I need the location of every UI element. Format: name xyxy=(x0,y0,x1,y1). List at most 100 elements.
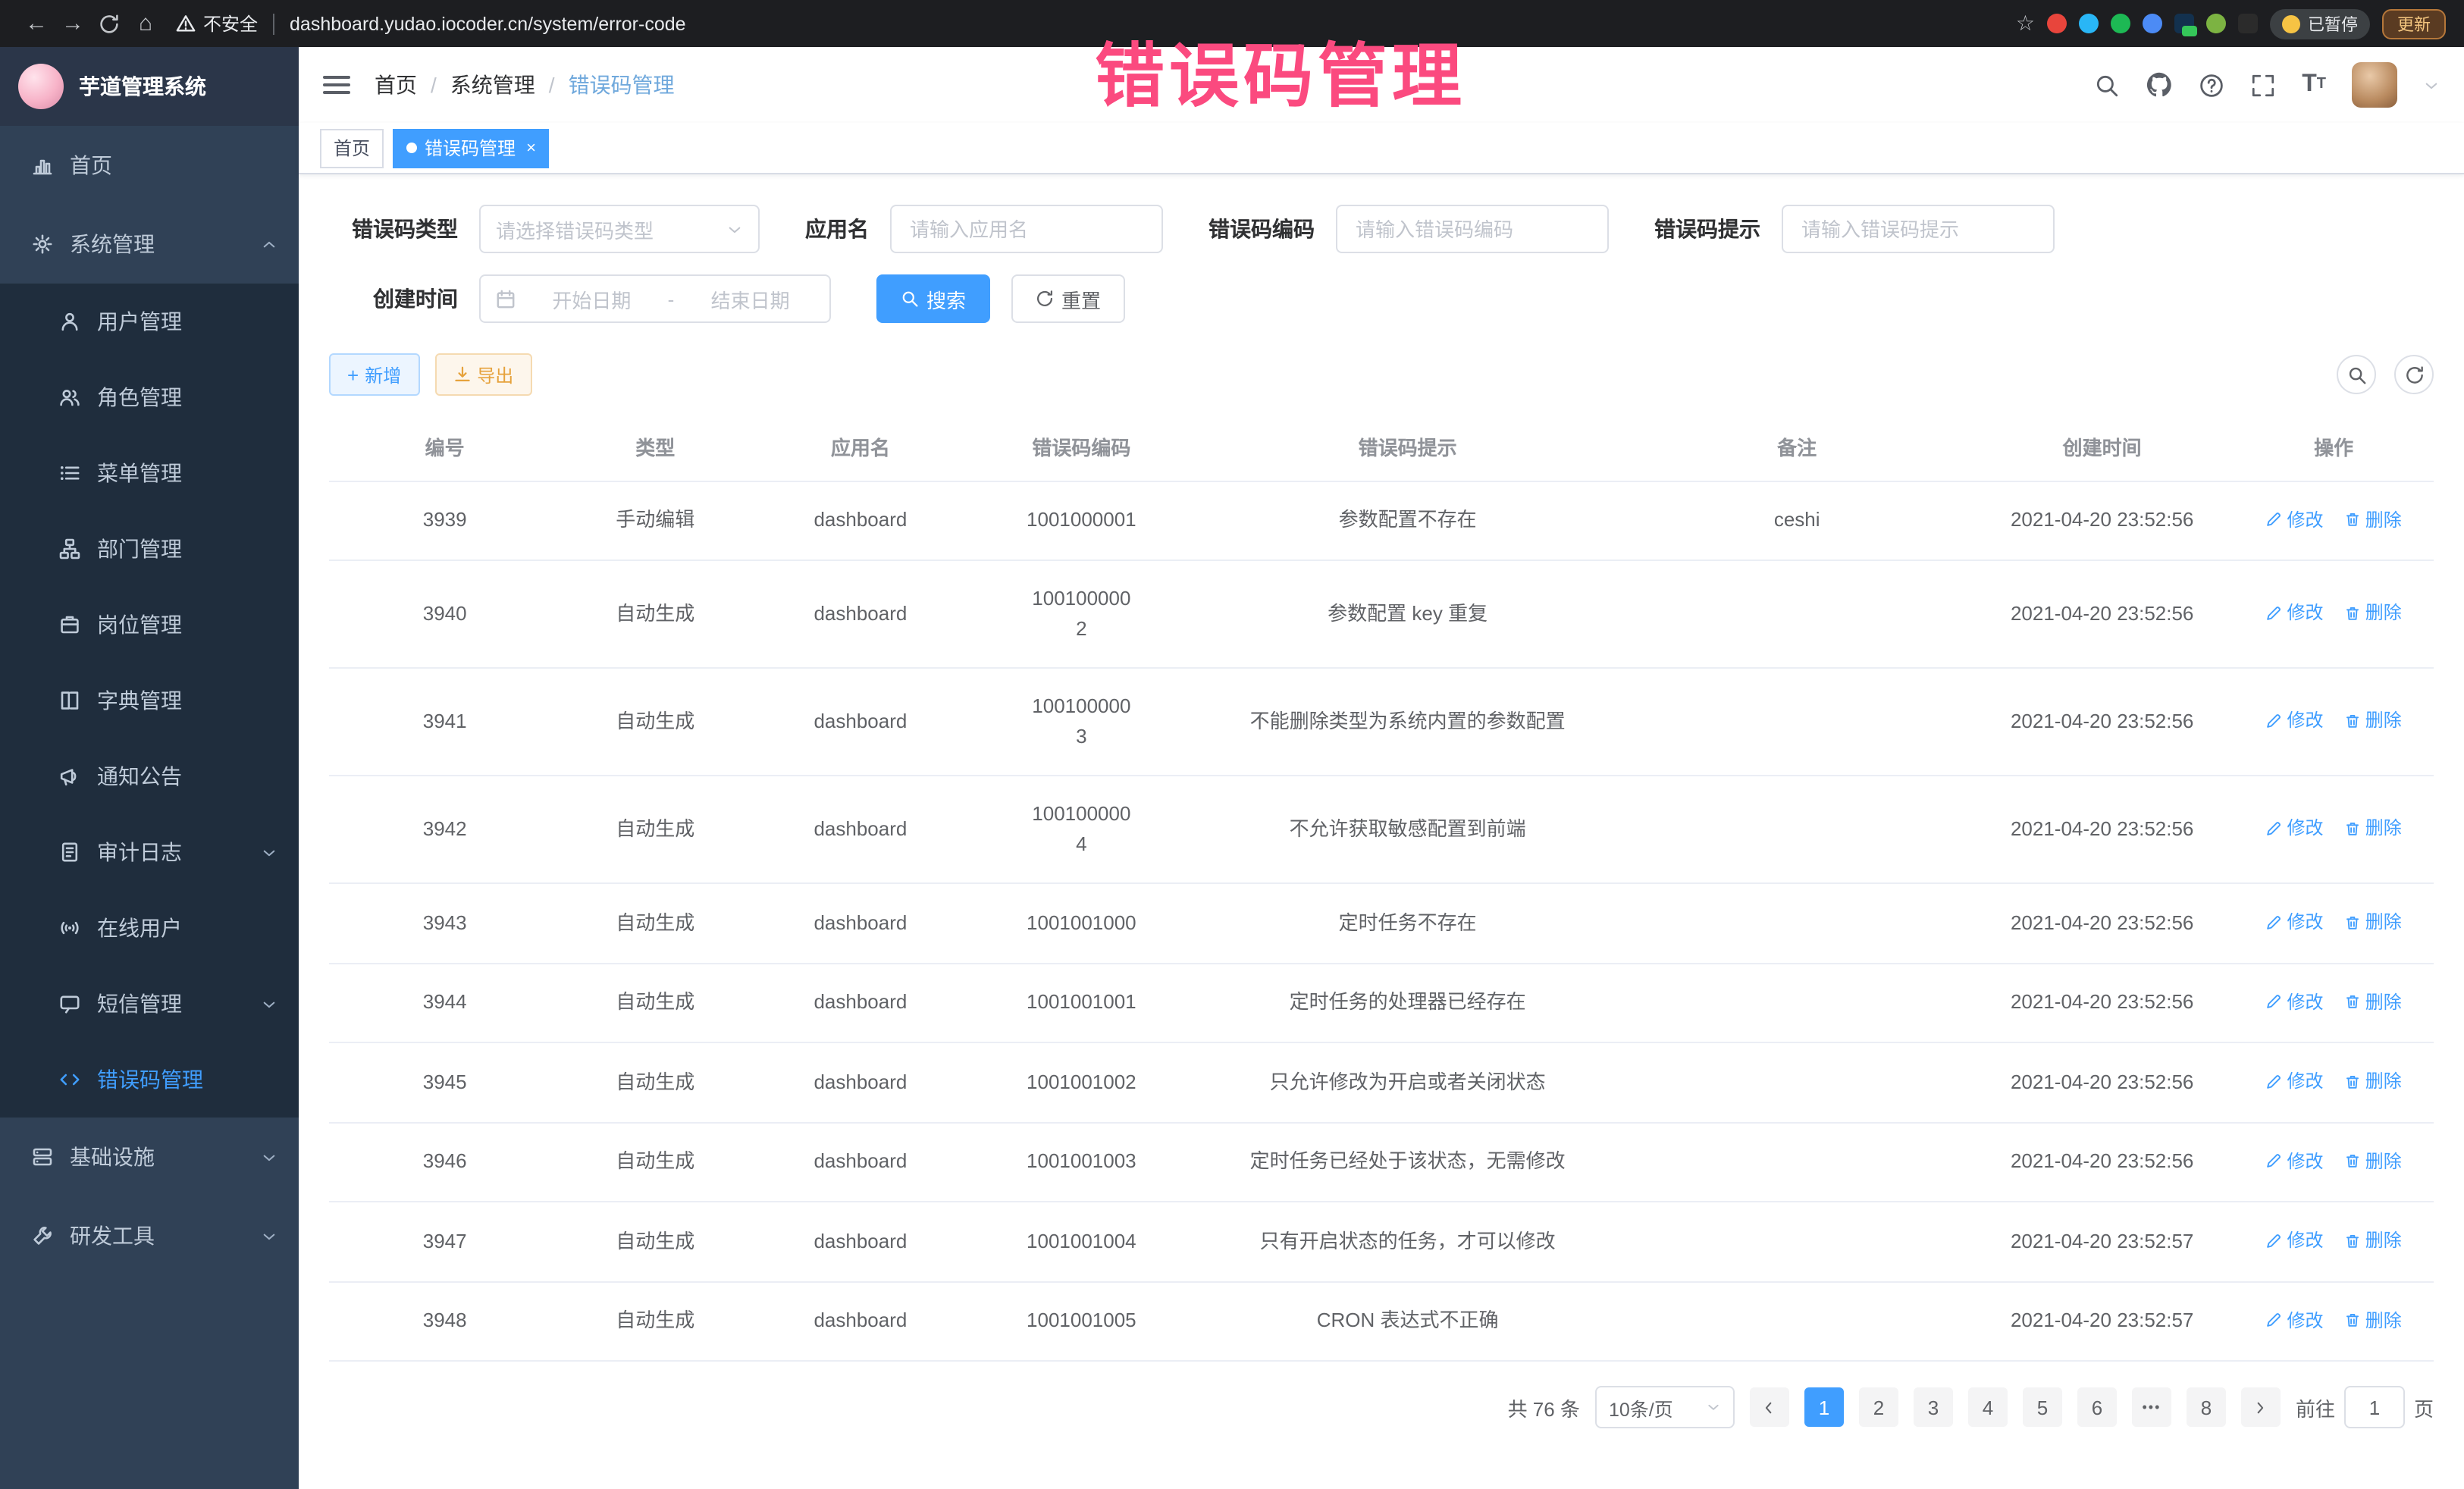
delete-link[interactable]: 删除 xyxy=(2344,1305,2402,1335)
fullscreen-icon[interactable] xyxy=(2250,72,2276,98)
extension-icon[interactable] xyxy=(2111,14,2130,33)
page-size-select[interactable]: 10条/页 xyxy=(1595,1386,1735,1428)
extension-icon[interactable] xyxy=(2047,14,2067,33)
forward-icon[interactable]: → xyxy=(55,11,91,36)
extension-icon[interactable] xyxy=(2079,14,2099,33)
bookmark-star-icon[interactable]: ☆ xyxy=(2016,11,2035,36)
delete-link[interactable]: 删除 xyxy=(2344,813,2402,844)
cell-actions: 修改 删除 xyxy=(2234,1042,2434,1122)
delete-link[interactable]: 删除 xyxy=(2344,504,2402,534)
extension-icon[interactable] xyxy=(2143,14,2162,33)
close-icon[interactable]: × xyxy=(526,139,536,157)
hamburger-icon[interactable] xyxy=(323,76,350,94)
app-name-input[interactable] xyxy=(890,205,1163,253)
sidebar-item-role-management[interactable]: 角色管理 xyxy=(0,359,299,435)
breadcrumb-home[interactable]: 首页 xyxy=(375,70,417,100)
update-button[interactable]: 更新 xyxy=(2382,8,2446,39)
edit-link[interactable]: 修改 xyxy=(2265,1066,2323,1096)
export-button[interactable]: 导出 xyxy=(434,353,531,396)
date-range-picker[interactable]: 开始日期 - 结束日期 xyxy=(479,274,831,323)
goto-page-input[interactable] xyxy=(2344,1386,2405,1428)
edit-link[interactable]: 修改 xyxy=(2265,504,2323,534)
edit-link[interactable]: 修改 xyxy=(2265,598,2323,629)
prev-page-button[interactable] xyxy=(1750,1387,1789,1427)
sidebar-item-infrastructure[interactable]: 基础设施 xyxy=(0,1118,299,1196)
extension-icon[interactable] xyxy=(2238,14,2258,33)
edit-link[interactable]: 修改 xyxy=(2265,986,2323,1017)
page-button-2[interactable]: 2 xyxy=(1859,1387,1898,1427)
cell-id: 3940 xyxy=(329,560,560,668)
sidebar-item-system-management[interactable]: 系统管理 xyxy=(0,205,299,284)
edit-link[interactable]: 修改 xyxy=(2265,706,2323,736)
edit-link[interactable]: 修改 xyxy=(2265,813,2323,844)
delete-link[interactable]: 删除 xyxy=(2344,706,2402,736)
edit-link[interactable]: 修改 xyxy=(2265,1225,2323,1255)
cell-app: dashboard xyxy=(750,668,970,776)
sidebar-item-dev-tools[interactable]: 研发工具 xyxy=(0,1196,299,1275)
breadcrumb-separator: / xyxy=(431,73,437,97)
error-type-select[interactable]: 请选择错误码类型 xyxy=(479,205,760,253)
page-button-8[interactable]: 8 xyxy=(2187,1387,2226,1427)
trash-icon xyxy=(2344,1152,2361,1169)
home-icon[interactable]: ⌂ xyxy=(127,11,164,36)
paused-badge[interactable]: 已暂停 xyxy=(2270,8,2370,39)
sidebar-logo[interactable]: 芋道管理系统 xyxy=(0,47,299,126)
delete-link[interactable]: 删除 xyxy=(2344,1225,2402,1255)
tab-home[interactable]: 首页 xyxy=(320,128,384,168)
add-button[interactable]: + 新增 xyxy=(329,353,419,396)
page-button-6[interactable]: 6 xyxy=(2077,1387,2117,1427)
delete-link[interactable]: 删除 xyxy=(2344,986,2402,1017)
refresh-table-button[interactable] xyxy=(2394,355,2434,394)
extension-icon[interactable] xyxy=(2206,14,2226,33)
sidebar-item-home[interactable]: 首页 xyxy=(0,126,299,205)
tab-error-code-management[interactable]: 错误码管理 × xyxy=(393,128,550,168)
cell-code: 1001001005 xyxy=(971,1281,1192,1361)
page-button-1[interactable]: 1 xyxy=(1804,1387,1844,1427)
edit-link[interactable]: 修改 xyxy=(2265,1305,2323,1335)
sidebar-item-user-management[interactable]: 用户管理 xyxy=(0,284,299,359)
next-page-button[interactable] xyxy=(2241,1387,2281,1427)
sidebar-item-menu-management[interactable]: 菜单管理 xyxy=(0,435,299,511)
cell-code: 100100000 3 xyxy=(971,668,1192,776)
edit-link[interactable]: 修改 xyxy=(2265,1146,2323,1176)
sidebar-item-audit-log[interactable]: 审计日志 xyxy=(0,814,299,890)
edit-link[interactable]: 修改 xyxy=(2265,907,2323,937)
page-button-5[interactable]: 5 xyxy=(2023,1387,2062,1427)
more-pages-button[interactable]: ••• xyxy=(2132,1387,2171,1427)
delete-link[interactable]: 删除 xyxy=(2344,907,2402,937)
help-icon[interactable] xyxy=(2199,72,2224,98)
sidebar-item-sms-management[interactable]: 短信管理 xyxy=(0,966,299,1042)
breadcrumb-system[interactable]: 系统管理 xyxy=(450,70,535,100)
sidebar-item-label: 角色管理 xyxy=(97,382,182,412)
font-size-icon[interactable]: TT xyxy=(2302,73,2326,97)
error-hint-input[interactable] xyxy=(1782,205,2055,253)
delete-link[interactable]: 删除 xyxy=(2344,1146,2402,1176)
search-button[interactable]: 搜索 xyxy=(876,274,990,323)
search-icon[interactable] xyxy=(2094,72,2120,98)
extension-icon[interactable] xyxy=(2174,14,2194,33)
sidebar-item-notice[interactable]: 通知公告 xyxy=(0,738,299,814)
back-icon[interactable]: ← xyxy=(18,11,55,36)
sidebar-item-post-management[interactable]: 岗位管理 xyxy=(0,587,299,663)
page-size-value: 10条/页 xyxy=(1609,1393,1700,1422)
error-code-input[interactable] xyxy=(1336,205,1609,253)
user-avatar[interactable] xyxy=(2352,62,2397,108)
sidebar-item-error-code-management[interactable]: 错误码管理 xyxy=(0,1042,299,1118)
page-button-3[interactable]: 3 xyxy=(1914,1387,1953,1427)
cell-app: dashboard xyxy=(750,1122,970,1202)
page-button-4[interactable]: 4 xyxy=(1968,1387,2008,1427)
sidebar-item-online-users[interactable]: 在线用户 xyxy=(0,890,299,966)
filter-label: 创建时间 xyxy=(329,284,458,314)
reload-icon[interactable] xyxy=(91,13,127,34)
security-indicator[interactable]: 不安全 xyxy=(176,11,258,36)
sidebar-item-dept-management[interactable]: 部门管理 xyxy=(0,511,299,587)
reset-button[interactable]: 重置 xyxy=(1011,274,1125,323)
show-search-button[interactable] xyxy=(2337,355,2376,394)
delete-link[interactable]: 删除 xyxy=(2344,598,2402,629)
chevron-down-icon[interactable] xyxy=(2423,77,2440,93)
github-icon[interactable] xyxy=(2146,71,2173,99)
cell-code: 100100000 4 xyxy=(971,776,1192,883)
delete-link[interactable]: 删除 xyxy=(2344,1066,2402,1096)
sidebar-item-dict-management[interactable]: 字典管理 xyxy=(0,663,299,738)
address-bar-url[interactable]: dashboard.yudao.iocoder.cn/system/error-… xyxy=(290,13,686,34)
